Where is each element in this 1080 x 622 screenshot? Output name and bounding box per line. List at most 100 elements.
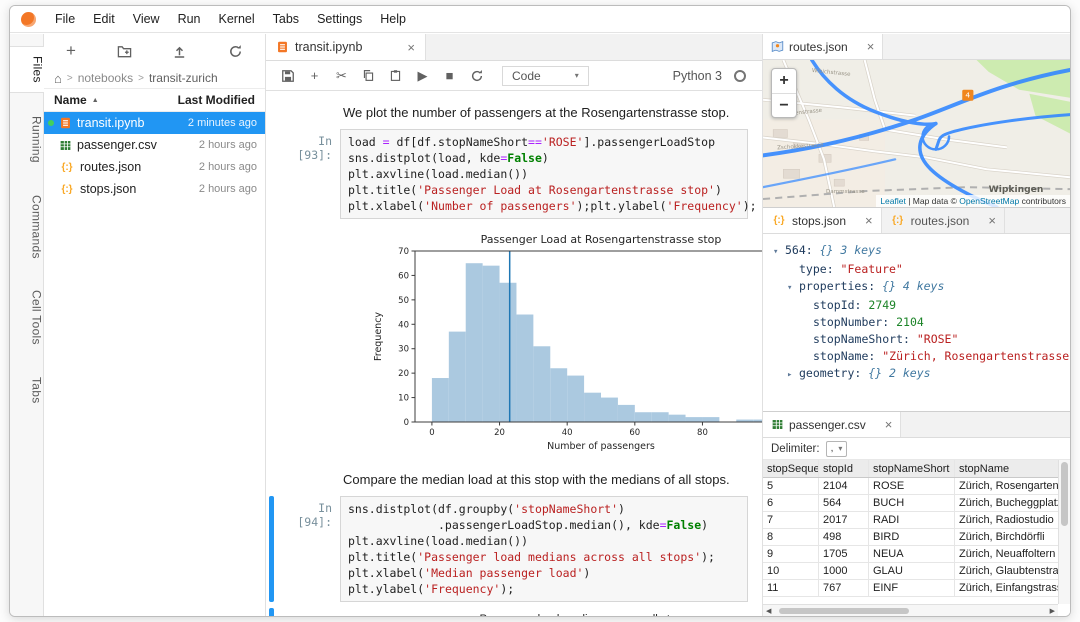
json-tree-row[interactable]: stopNumber: 2104 — [769, 314, 1064, 331]
cell-collapser[interactable] — [269, 102, 274, 123]
cell-collapser[interactable] — [269, 225, 274, 463]
code-editor[interactable]: load = df[df.stopNameShort=='ROSE'].pass… — [340, 129, 748, 219]
menu-file[interactable]: File — [46, 6, 84, 33]
copy-cells-button[interactable] — [355, 69, 382, 82]
zoom-in-button[interactable]: + — [772, 69, 796, 93]
csv-header-cell[interactable]: stopId — [819, 460, 869, 477]
new-folder-button[interactable] — [117, 44, 132, 59]
code-cell-94[interactable]: In [94]: sns.distplot(df.groupby('stopNa… — [266, 493, 762, 605]
csv-header-cell[interactable]: stopNameShort — [869, 460, 955, 477]
sidebar-tab-cell-tools[interactable]: Cell Tools — [10, 281, 44, 354]
csv-file-icon — [59, 139, 72, 152]
interrupt-kernel-button[interactable]: ■ — [436, 68, 463, 83]
csv-grid[interactable]: stopSequencestopIdstopNameShortstopName … — [763, 460, 1070, 616]
menu-run[interactable]: Run — [169, 6, 210, 33]
refresh-file-list-button[interactable] — [228, 44, 243, 59]
csv-row[interactable]: 52104ROSEZürich, Rosengartenstrasse — [763, 478, 1058, 495]
csv-header-cell[interactable]: stopSequence — [763, 460, 819, 477]
menu-view[interactable]: View — [124, 6, 169, 33]
csv-row[interactable]: 91705NEUAZürich, Neuaffoltern — [763, 546, 1058, 563]
close-tab-icon[interactable]: × — [974, 213, 996, 228]
scroll-left-icon[interactable]: ◀ — [763, 605, 774, 616]
leaflet-link[interactable]: Leaflet — [880, 196, 906, 206]
markdown-cell-2[interactable]: Compare the median load at this stop wit… — [266, 466, 762, 493]
expanded-arrow-icon[interactable]: ▾ — [773, 244, 785, 261]
tab-stops-json[interactable]: {:} stops.json × — [763, 208, 882, 233]
run-cell-button[interactable]: ▶ — [409, 68, 436, 84]
tab-transit-ipynb[interactable]: transit.ipynb × — [266, 34, 426, 60]
file-row-passenger-csv[interactable]: passenger.csv 2 hours ago — [44, 134, 265, 156]
csv-row[interactable]: 11767EINFZürich, Einfangstrasse — [763, 580, 1058, 597]
menu-kernel[interactable]: Kernel — [210, 6, 264, 33]
column-modified-header[interactable]: Last Modified — [178, 93, 255, 107]
csv-row[interactable]: 101000GLAUZürich, Glaubtenstrasse — [763, 563, 1058, 580]
json-tabbar: {:} stops.json × {:} routes.json × — [763, 208, 1070, 234]
sidebar-tab-files[interactable]: Files — [10, 46, 45, 93]
new-launcher-button[interactable]: + — [66, 44, 76, 58]
cell-collapser-active[interactable] — [269, 608, 274, 616]
csv-cell: 11 — [763, 580, 819, 596]
file-row-stops-json[interactable]: {:} stops.json 2 hours ago — [44, 178, 265, 200]
markdown-cell-1[interactable]: We plot the number of passengers at the … — [266, 99, 762, 126]
vertical-scrollbar[interactable] — [1058, 460, 1070, 604]
collapsed-arrow-icon[interactable]: ▸ — [787, 367, 799, 384]
openstreetmap-link[interactable]: OpenStreetMap — [959, 196, 1019, 206]
scroll-right-icon[interactable]: ▶ — [1047, 605, 1058, 616]
file-row-transit-ipynb[interactable]: transit.ipynb 2 minutes ago — [44, 112, 265, 134]
csv-row[interactable]: 6564BUCHZürich, Bucheggplatz — [763, 495, 1058, 512]
home-icon[interactable]: ⌂ — [54, 71, 62, 86]
restart-kernel-button[interactable] — [463, 69, 490, 83]
csv-cell: Zürich, Bucheggplatz — [955, 495, 1058, 511]
json-tree-row[interactable]: stopName: "Zürich, Rosengartenstrasse" — [769, 348, 1064, 365]
paste-cells-button[interactable] — [382, 69, 409, 82]
close-tab-icon[interactable]: × — [853, 39, 875, 54]
horizontal-scrollbar[interactable]: ◀ ▶ — [763, 604, 1058, 616]
code-line: sns.distplot(df.groupby('stopNameShort') — [348, 501, 740, 517]
close-tab-icon[interactable]: × — [871, 417, 893, 432]
zoom-out-button[interactable]: − — [772, 93, 796, 117]
delimiter-dropdown[interactable]: , ▾ — [826, 441, 848, 457]
upload-button[interactable] — [172, 44, 187, 59]
json-tree-row[interactable]: ▾564: {} 3 keys — [769, 242, 1064, 261]
sidebar-tab-tabs[interactable]: Tabs — [10, 368, 44, 413]
json-tree[interactable]: ▾564: {} 3 keystype: "Feature"▾propertie… — [763, 234, 1070, 411]
menu-edit[interactable]: Edit — [84, 6, 124, 33]
breadcrumb-notebooks[interactable]: notebooks — [78, 71, 133, 85]
cell-collapser-active[interactable] — [269, 496, 274, 602]
menu-tabs[interactable]: Tabs — [264, 6, 308, 33]
cell-collapser[interactable] — [269, 129, 274, 219]
expanded-arrow-icon[interactable]: ▾ — [787, 280, 799, 297]
menu-help[interactable]: Help — [371, 6, 415, 33]
map-canvas[interactable]: 4 Wibichstrasse Lehenstrasse Zschokkestr… — [763, 60, 1070, 207]
csv-row[interactable]: 72017RADIZürich, Radiostudio — [763, 512, 1058, 529]
file-row-routes-json[interactable]: {:} routes.json 2 hours ago — [44, 156, 265, 178]
sidebar-tab-commands[interactable]: Commands — [10, 186, 44, 268]
cut-cells-button[interactable]: ✂ — [328, 68, 355, 84]
insert-cell-button[interactable]: + — [301, 68, 328, 83]
csv-header-cell[interactable]: stopName — [955, 460, 1058, 477]
notebook-content[interactable]: We plot the number of passengers at the … — [266, 91, 762, 616]
breadcrumb-transit-zurich[interactable]: transit-zurich — [149, 71, 218, 85]
json-tree-row[interactable]: ▾properties: {} 4 keys — [769, 278, 1064, 297]
save-button[interactable] — [274, 69, 301, 83]
cell-collapser[interactable] — [269, 469, 274, 490]
sidebar-tab-running[interactable]: Running — [10, 107, 44, 172]
csv-row[interactable]: 8498BIRDZürich, Birchdörfli — [763, 529, 1058, 546]
column-name-header[interactable]: Name — [54, 93, 87, 107]
close-tab-icon[interactable]: × — [393, 40, 415, 55]
code-cell-93[interactable]: In [93]: load = df[df.stopNameShort=='RO… — [266, 126, 762, 222]
json-tree-row[interactable]: stopNameShort: "ROSE" — [769, 331, 1064, 348]
tab-routes-json[interactable]: {:} routes.json × — [882, 208, 1005, 233]
json-tree-row[interactable]: ▸geometry: {} 2 keys — [769, 365, 1064, 384]
kernel-name[interactable]: Python 3 — [673, 69, 722, 83]
json-tree-row[interactable]: type: "Feature" — [769, 261, 1064, 278]
code-editor[interactable]: sns.distplot(df.groupby('stopNameShort')… — [340, 496, 748, 602]
tab-passenger-csv[interactable]: passenger.csv × — [763, 412, 901, 437]
scrollbar-thumb[interactable] — [779, 608, 909, 614]
scrollbar-thumb[interactable] — [1061, 462, 1068, 526]
json-tree-row[interactable]: stopId: 2749 — [769, 297, 1064, 314]
close-tab-icon[interactable]: × — [851, 213, 873, 228]
cell-type-dropdown[interactable]: Code ▾ — [502, 66, 589, 86]
menu-settings[interactable]: Settings — [308, 6, 371, 33]
tab-routes-json-map[interactable]: routes.json × — [763, 34, 883, 59]
